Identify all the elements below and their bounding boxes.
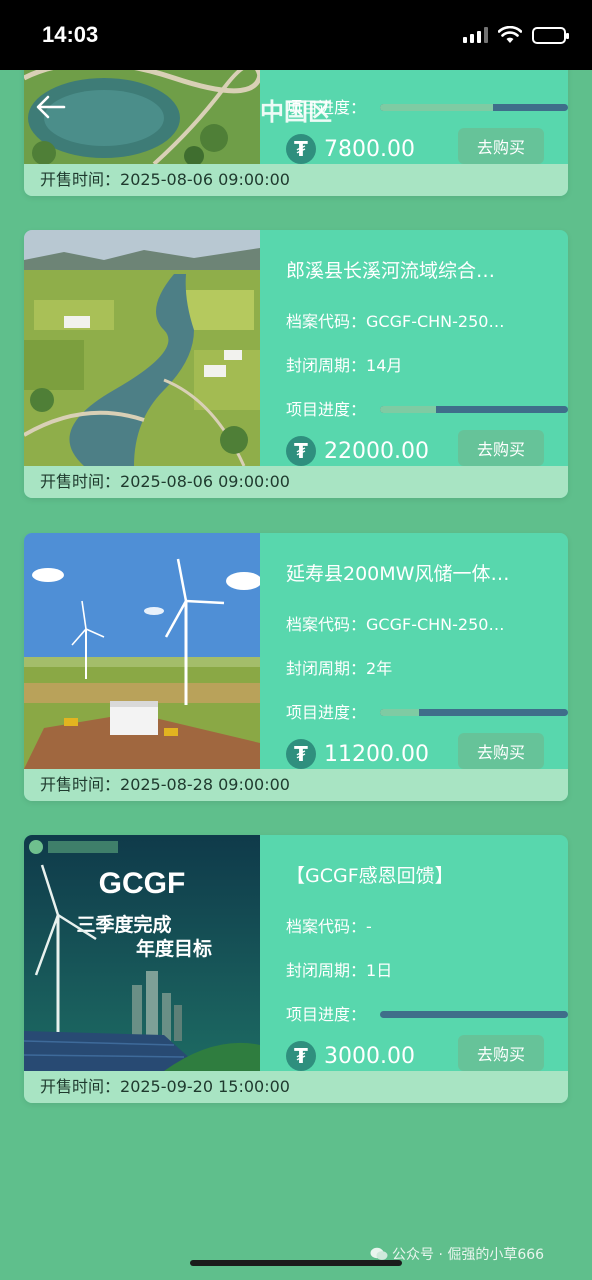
price-row: ₮ 11200.00 — [286, 739, 429, 769]
period-row: 封闭周期：14月 — [286, 352, 548, 376]
status-time: 14:03 — [42, 22, 99, 47]
status-icons — [463, 26, 569, 44]
product-title: 【GCGF感恩回馈】 — [286, 865, 454, 887]
product-card[interactable]: 延寿县200MW风储一体… 档案代码：GCGF-CHN-250… 封闭周期：2年… — [24, 533, 568, 801]
sale-time-label: 开售时间： — [40, 775, 121, 794]
progress-label: 项目进度： — [286, 1005, 367, 1024]
tether-coin-icon: ₮ — [286, 436, 316, 466]
buy-button[interactable]: 去购买 — [458, 733, 544, 769]
period-value: 2年 — [366, 659, 393, 678]
code-row: 档案代码：GCGF-CHN-250… — [286, 308, 548, 332]
sale-time-value: 2025-09-20 15:00:00 — [120, 1077, 290, 1096]
price: 11200.00 — [324, 741, 429, 767]
sale-time-label: 开售时间： — [40, 472, 121, 491]
buy-button[interactable]: 去购买 — [458, 128, 544, 164]
code-label: 档案代码： — [286, 615, 367, 634]
wechat-icon — [370, 1247, 388, 1260]
poster-brand: GCGF — [99, 867, 186, 900]
progress-bar — [380, 104, 568, 111]
code-value: GCGF-CHN-250… — [366, 312, 505, 331]
poster-line2: 年度目标 — [136, 937, 212, 960]
code-label: 档案代码： — [286, 917, 367, 936]
home-indicator[interactable] — [190, 1260, 402, 1266]
progress-row: 项目进度： — [286, 396, 568, 419]
progress-row: 项目进度： — [286, 94, 568, 117]
period-label: 封闭周期： — [286, 961, 367, 980]
progress-row: 项目进度： — [286, 1001, 568, 1024]
sale-time: 开售时间：2025-08-06 09:00:00 — [24, 164, 568, 196]
progress-fill — [380, 104, 493, 111]
code-row: 档案代码：GCGF-CHN-250… — [286, 611, 548, 635]
cellular-signal-icon — [463, 27, 488, 43]
progress-bar — [380, 709, 568, 716]
period-row: 封闭周期：2年 — [286, 655, 548, 679]
poster-line1: 三季度完成 — [76, 913, 171, 936]
sale-time-value: 2025-08-06 09:00:00 — [120, 170, 290, 189]
buy-button[interactable]: 去购买 — [458, 1035, 544, 1071]
wifi-icon — [498, 26, 522, 43]
code-row: 档案代码：- — [286, 913, 548, 937]
progress-label: 项目进度： — [286, 400, 367, 419]
sale-time: 开售时间：2025-09-20 15:00:00 — [24, 1071, 568, 1103]
product-title: 郎溪县长溪河流域综合… — [286, 260, 496, 282]
buy-button[interactable]: 去购买 — [458, 430, 544, 466]
price: 3000.00 — [324, 1043, 415, 1069]
progress-fill — [380, 406, 437, 413]
price-row: ₮ 7800.00 — [286, 134, 415, 164]
tether-coin-icon: ₮ — [286, 134, 316, 164]
sale-time-label: 开售时间： — [40, 1077, 121, 1096]
period-value: 14月 — [366, 356, 403, 375]
sale-time: 开售时间：2025-08-28 09:00:00 — [24, 769, 568, 801]
product-card[interactable]: GCGF 三季度完成 年度目标 【GCGF感恩回馈】 档案代码：- 封闭周期：1… — [24, 835, 568, 1103]
watermark-text: 公众号 · 倔强的小草666 — [392, 1247, 545, 1263]
code-value: GCGF-CHN-250… — [366, 615, 505, 634]
sale-time-value: 2025-08-28 09:00:00 — [120, 775, 290, 794]
product-image-river — [24, 230, 260, 466]
period-label: 封闭周期： — [286, 356, 367, 375]
price: 7800.00 — [324, 136, 415, 162]
product-image-wind-turbines — [24, 533, 260, 769]
product-title: 延寿县200MW风储一体… — [286, 563, 510, 585]
tether-coin-icon: ₮ — [286, 739, 316, 769]
battery-icon — [532, 26, 569, 44]
price: 22000.00 — [324, 438, 429, 464]
progress-row: 项目进度： — [286, 699, 568, 722]
sale-time: 开售时间：2025-08-06 09:00:00 — [24, 466, 568, 498]
progress-label: 项目进度： — [286, 703, 367, 722]
progress-fill — [380, 709, 420, 716]
price-row: ₮ 22000.00 — [286, 436, 429, 466]
period-value: 1日 — [366, 961, 393, 980]
tether-coin-icon: ₮ — [286, 1041, 316, 1071]
sale-time-value: 2025-08-06 09:00:00 — [120, 472, 290, 491]
status-bar: 14:03 — [0, 0, 592, 70]
price-row: ₮ 3000.00 — [286, 1041, 415, 1071]
sale-time-label: 开售时间： — [40, 170, 121, 189]
code-value: - — [366, 917, 372, 936]
product-image-gcgf-poster: GCGF 三季度完成 年度目标 — [24, 835, 260, 1071]
progress-bar — [380, 1011, 568, 1018]
period-row: 封闭周期：1日 — [286, 957, 548, 981]
back-arrow-icon[interactable] — [34, 92, 68, 122]
progress-label: 项目进度： — [286, 98, 367, 117]
gcgf-logo-icon — [29, 840, 43, 854]
code-label: 档案代码： — [286, 312, 367, 331]
product-card[interactable]: 郎溪县长溪河流域综合… 档案代码：GCGF-CHN-250… 封闭周期：14月 … — [24, 230, 568, 498]
progress-bar — [380, 406, 568, 413]
period-label: 封闭周期： — [286, 659, 367, 678]
